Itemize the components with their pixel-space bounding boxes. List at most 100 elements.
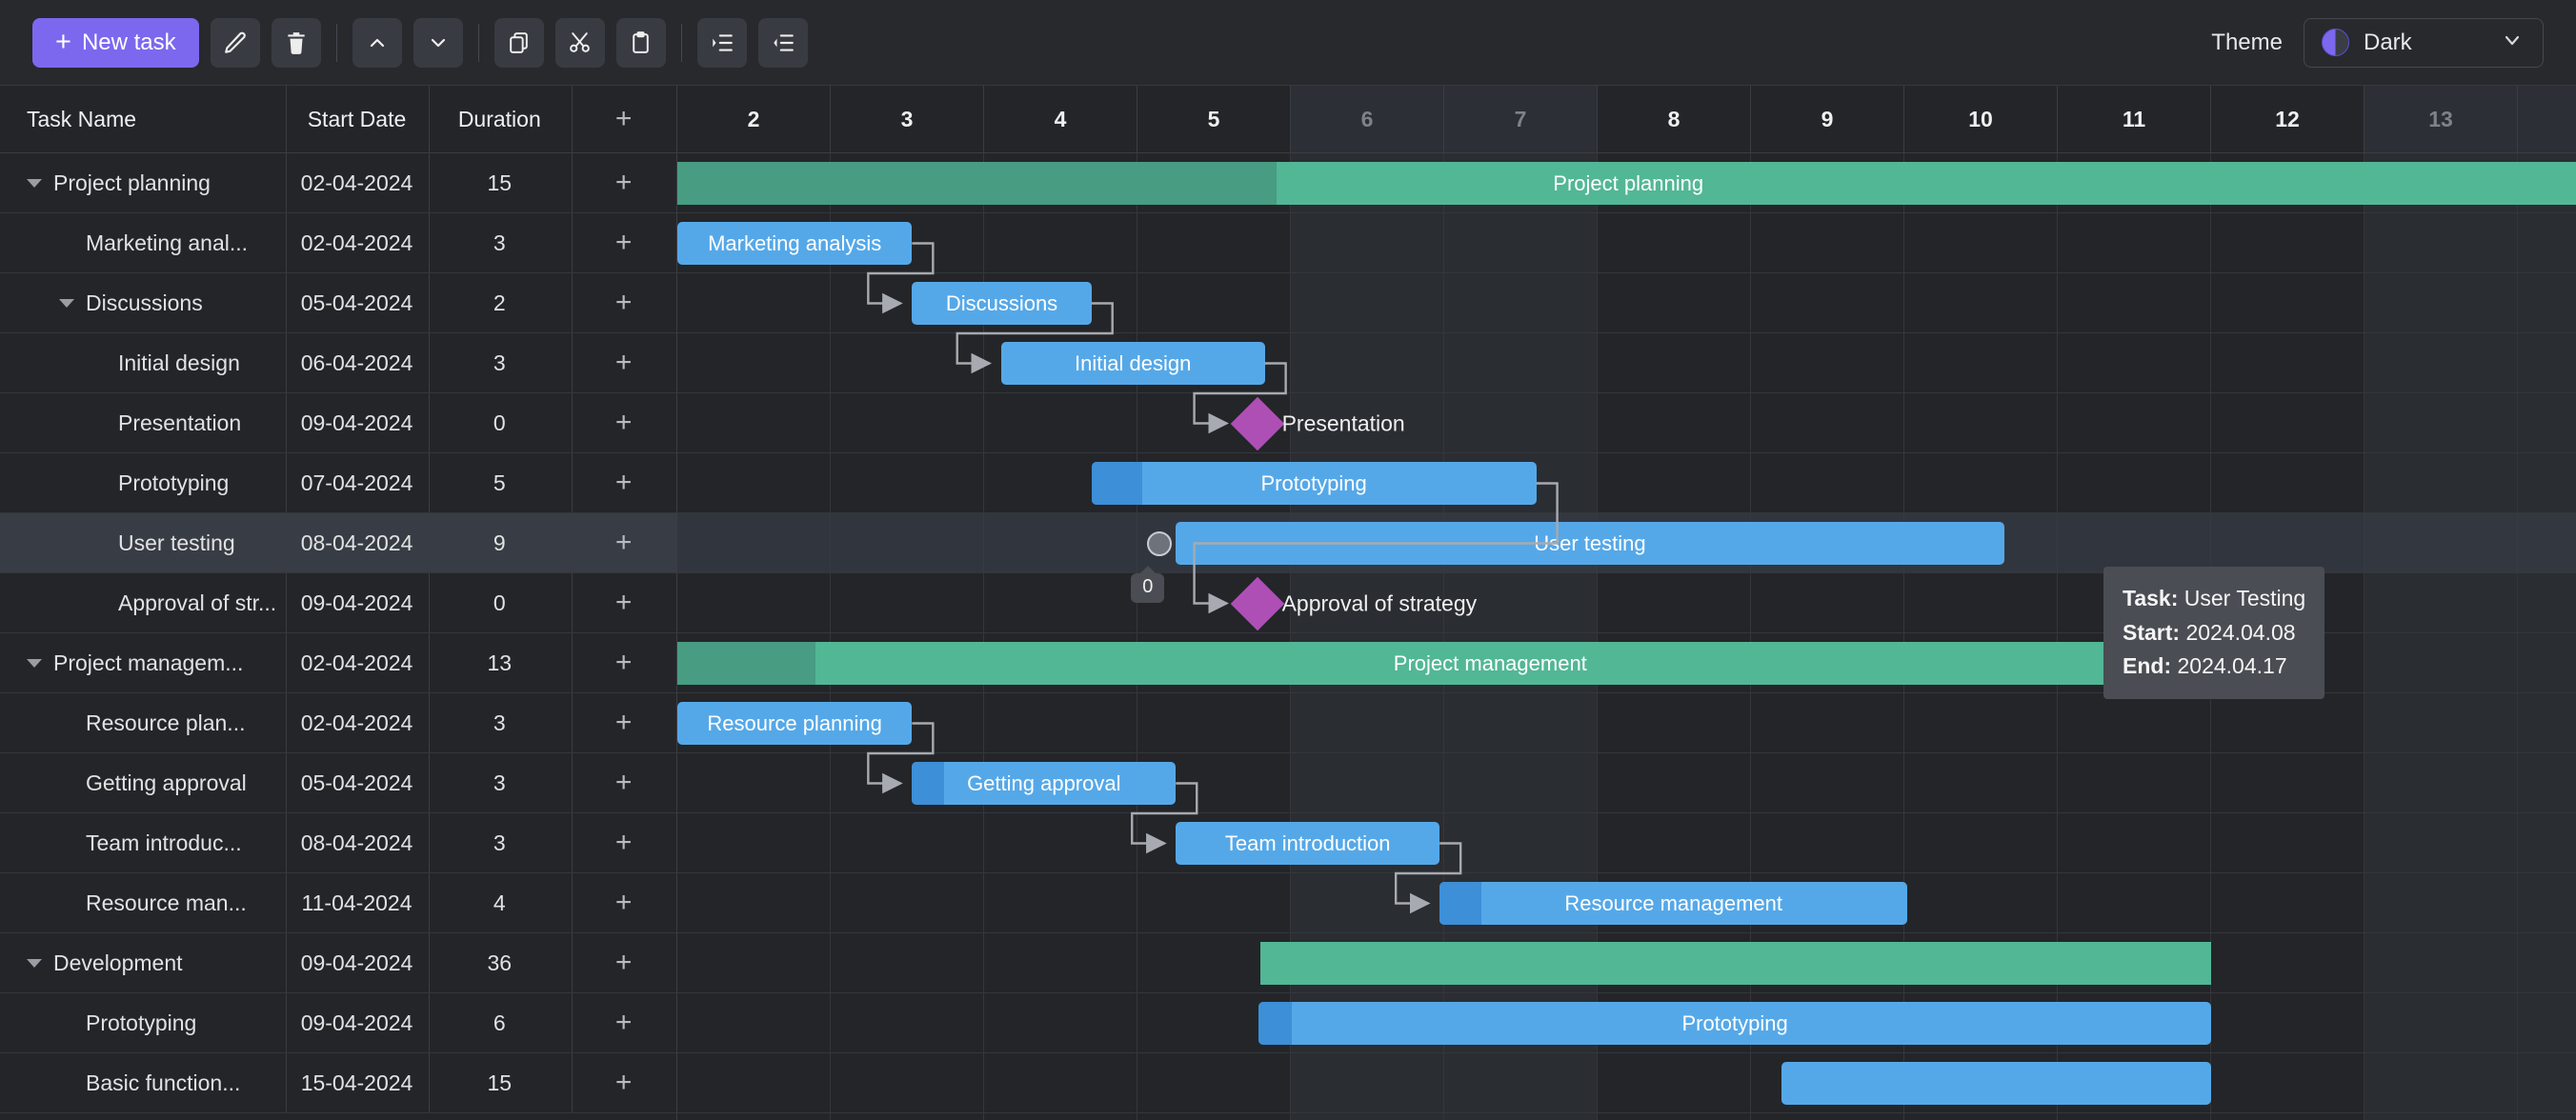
task-name-cell[interactable]: Resource man... <box>0 890 286 916</box>
milestone-diamond-icon[interactable] <box>1230 397 1284 451</box>
start-date-cell[interactable]: 09-04-2024 <box>286 590 429 616</box>
move-up-button[interactable] <box>352 18 402 68</box>
start-date-cell[interactable]: 05-04-2024 <box>286 290 429 316</box>
add-task-cell[interactable]: + <box>571 889 676 917</box>
summary-bar[interactable]: Project planning <box>677 162 2576 205</box>
start-date-cell[interactable]: 09-04-2024 <box>286 1010 429 1036</box>
expander-triangle-icon[interactable] <box>27 659 42 668</box>
task-name-cell[interactable]: Discussions <box>0 290 286 316</box>
task-bar[interactable]: Initial design <box>1001 342 1265 385</box>
cut-button[interactable] <box>555 18 605 68</box>
add-task-cell[interactable]: + <box>571 829 676 857</box>
column-header-start-date[interactable]: Start Date <box>286 107 429 132</box>
add-task-icon[interactable]: + <box>615 529 633 557</box>
add-task-cell[interactable]: + <box>571 289 676 317</box>
add-task-icon[interactable]: + <box>615 469 633 497</box>
table-row[interactable]: Getting approval05-04-20243+ <box>0 753 676 813</box>
column-header-duration[interactable]: Duration <box>428 107 571 132</box>
table-row[interactable]: User testing08-04-20249 + <box>0 513 676 573</box>
table-row[interactable]: Project managem...02-04-202413+ <box>0 633 676 693</box>
duration-cell[interactable]: 3 <box>428 830 571 856</box>
duration-cell[interactable]: 3 <box>428 230 571 256</box>
add-task-icon[interactable]: + <box>615 289 633 317</box>
duration-cell[interactable]: 6 <box>428 1010 571 1036</box>
add-task-icon[interactable]: + <box>615 889 633 917</box>
column-header-task-name[interactable]: Task Name <box>0 107 286 132</box>
task-name-cell[interactable]: Getting approval <box>0 770 286 796</box>
paste-button[interactable] <box>616 18 666 68</box>
task-name-cell[interactable]: Presentation <box>0 410 286 436</box>
task-bar[interactable]: Prototyping <box>1258 1002 2211 1045</box>
add-task-cell[interactable]: + <box>571 949 676 977</box>
add-task-icon[interactable]: + <box>615 829 633 857</box>
add-task-icon[interactable]: + <box>615 589 633 617</box>
task-name-cell[interactable]: Initial design <box>0 350 286 376</box>
start-date-cell[interactable]: 02-04-2024 <box>286 650 429 676</box>
add-task-icon[interactable]: + <box>615 409 633 437</box>
add-task-cell[interactable]: + <box>571 709 676 737</box>
task-bar[interactable]: User testing <box>1176 522 2003 565</box>
expander-triangle-icon[interactable] <box>59 299 74 308</box>
task-bar[interactable]: Discussions <box>912 282 1091 325</box>
start-date-cell[interactable]: 08-04-2024 <box>286 830 429 856</box>
start-date-cell[interactable]: 02-04-2024 <box>286 710 429 736</box>
summary-bar[interactable]: Project management <box>677 642 2304 685</box>
duration-cell[interactable]: 0 <box>428 590 571 616</box>
add-task-cell[interactable]: + <box>571 229 676 257</box>
add-task-cell[interactable]: + <box>571 589 676 617</box>
table-row[interactable]: Resource plan...02-04-20243 + <box>0 693 676 753</box>
summary-bar[interactable] <box>1260 942 2211 985</box>
task-name-cell[interactable]: Project planning <box>0 170 286 196</box>
add-task-icon[interactable]: + <box>615 1009 633 1037</box>
add-task-icon[interactable]: + <box>615 709 633 737</box>
task-bar[interactable]: Team introduction <box>1176 822 1439 865</box>
start-date-cell[interactable]: 02-04-2024 <box>286 170 429 196</box>
task-bar[interactable]: Resource management <box>1439 882 1907 925</box>
edit-button[interactable] <box>211 18 260 68</box>
start-date-cell[interactable]: 05-04-2024 <box>286 770 429 796</box>
task-name-cell[interactable]: Approval of str... <box>0 590 286 616</box>
milestone-diamond-icon[interactable] <box>1230 577 1284 631</box>
add-task-cell[interactable]: + <box>571 769 676 797</box>
add-task-cell[interactable]: + <box>571 1069 676 1097</box>
task-name-cell[interactable]: User testing <box>0 530 286 556</box>
table-row[interactable]: Initial design06-04-20243+ <box>0 333 676 393</box>
task-name-cell[interactable]: Resource plan... <box>0 710 286 736</box>
table-row[interactable]: Prototyping09-04-20246 + <box>0 993 676 1053</box>
task-bar[interactable]: Resource planning <box>677 702 912 745</box>
add-task-icon[interactable]: + <box>615 649 633 677</box>
duration-cell[interactable]: 3 <box>428 770 571 796</box>
task-name-cell[interactable]: Prototyping <box>0 1010 286 1036</box>
indent-button[interactable] <box>697 18 747 68</box>
task-name-cell[interactable]: Prototyping <box>0 470 286 496</box>
copy-button[interactable] <box>494 18 544 68</box>
delete-button[interactable] <box>272 18 321 68</box>
duration-cell[interactable]: 3 <box>428 710 571 736</box>
table-row[interactable]: Development09-04-202436+ <box>0 933 676 993</box>
start-date-cell[interactable]: 08-04-2024 <box>286 530 429 556</box>
task-name-cell[interactable]: Team introduc... <box>0 830 286 856</box>
task-name-cell[interactable]: Marketing anal... <box>0 230 286 256</box>
start-date-cell[interactable]: 11-04-2024 <box>286 890 429 916</box>
bar-drag-handle[interactable] <box>1147 531 1172 556</box>
table-row[interactable]: Resource man...11-04-20244 + <box>0 873 676 933</box>
duration-cell[interactable]: 9 <box>428 530 571 556</box>
duration-cell[interactable]: 3 <box>428 350 571 376</box>
move-down-button[interactable] <box>413 18 463 68</box>
task-name-cell[interactable]: Development <box>0 950 286 976</box>
add-task-icon[interactable]: + <box>615 1069 633 1097</box>
table-row[interactable]: Team introduc...08-04-20243 + <box>0 813 676 873</box>
add-task-cell[interactable]: + <box>571 409 676 437</box>
table-row[interactable]: Discussions05-04-20242 + <box>0 273 676 333</box>
table-row[interactable]: Prototyping07-04-20245+ <box>0 453 676 513</box>
expander-triangle-icon[interactable] <box>27 959 42 968</box>
duration-cell[interactable]: 15 <box>428 1070 571 1096</box>
duration-cell[interactable]: 4 <box>428 890 571 916</box>
add-task-icon[interactable]: + <box>615 949 633 977</box>
add-task-icon[interactable]: + <box>615 229 633 257</box>
duration-cell[interactable]: 15 <box>428 170 571 196</box>
table-row[interactable]: Marketing anal...02-04-20243+ <box>0 213 676 273</box>
outdent-button[interactable] <box>758 18 808 68</box>
add-task-cell[interactable]: + <box>571 169 676 197</box>
duration-cell[interactable]: 2 <box>428 290 571 316</box>
